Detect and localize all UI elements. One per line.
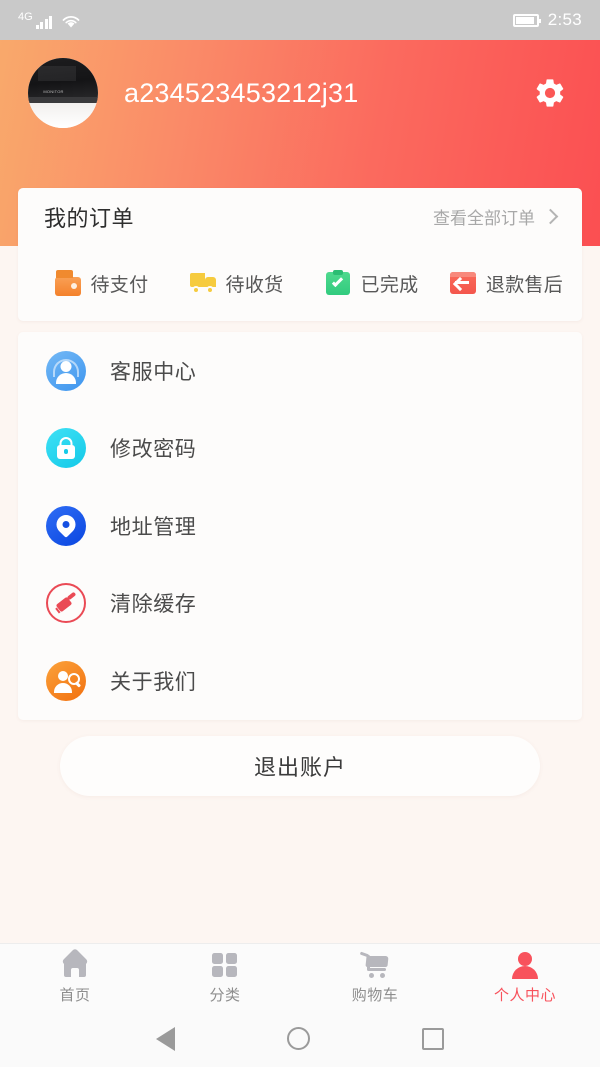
chevron-right-icon <box>543 208 559 224</box>
orders-status-tabs: 待支付 待收货 已完成 退款售后 <box>18 245 582 321</box>
lock-icon <box>46 428 86 468</box>
status-bar: 4G 2:53 <box>0 0 600 40</box>
orders-title: 我的订单 <box>44 201 134 233</box>
truck-icon <box>190 270 216 296</box>
logout-button[interactable]: 退出账户 <box>60 736 540 796</box>
status-bar-right: 2:53 <box>513 10 582 30</box>
recents-square-icon[interactable] <box>422 1028 444 1050</box>
gear-icon <box>533 76 567 110</box>
person-icon <box>510 951 540 979</box>
signal-bars-icon <box>36 14 53 29</box>
network-type-label: 4G <box>18 12 33 22</box>
order-status-completed[interactable]: 已完成 <box>304 270 439 297</box>
menu-item-label: 修改密码 <box>110 433 196 463</box>
avatar[interactable]: MONITOR <box>28 58 98 128</box>
orders-header: 我的订单 查看全部订单 <box>18 188 582 245</box>
tab-label: 购物车 <box>352 984 399 1005</box>
bottom-tab-bar: 首页 分类 购物车 个人中心 <box>0 943 600 1011</box>
menu-item-clear-cache[interactable]: 清除缓存 <box>18 565 582 643</box>
back-triangle-icon[interactable] <box>156 1027 175 1051</box>
view-all-orders-link[interactable]: 查看全部订单 <box>433 204 556 229</box>
status-bar-clock: 2:53 <box>548 10 582 30</box>
tab-label: 首页 <box>59 984 90 1005</box>
tab-home[interactable]: 首页 <box>0 944 150 1011</box>
tab-label: 分类 <box>209 984 240 1005</box>
avatar-photo-top <box>28 58 98 101</box>
order-status-refund-aftersales[interactable]: 退款售后 <box>439 270 574 297</box>
order-status-label: 待支付 <box>91 270 149 297</box>
menu-item-customer-service[interactable]: 客服中心 <box>18 332 582 410</box>
order-status-pending-receipt[interactable]: 待收货 <box>169 270 304 297</box>
location-pin-icon <box>46 506 86 546</box>
tab-cart[interactable]: 购物车 <box>300 944 450 1011</box>
menu-item-label: 地址管理 <box>110 511 196 541</box>
status-bar-left: 4G <box>18 12 81 29</box>
about-person-search-icon <box>46 661 86 701</box>
battery-icon <box>513 14 539 27</box>
grid-icon <box>210 951 240 979</box>
android-navigation-bar <box>0 1010 600 1067</box>
view-all-orders-label: 查看全部订单 <box>433 204 535 229</box>
customer-service-icon <box>46 351 86 391</box>
settings-button[interactable] <box>528 71 572 115</box>
return-arrow-icon <box>450 270 476 296</box>
avatar-photo-caption: MONITOR <box>43 89 63 94</box>
tab-label: 个人中心 <box>494 984 556 1005</box>
home-circle-icon[interactable] <box>287 1027 310 1050</box>
username-label: a234523453212j31 <box>124 78 358 109</box>
menu-item-label: 清除缓存 <box>110 588 196 618</box>
menu-card: 客服中心 修改密码 地址管理 清除缓存 关于我们 <box>18 332 582 720</box>
wifi-icon <box>61 14 81 29</box>
menu-item-about-us[interactable]: 关于我们 <box>18 642 582 720</box>
menu-item-label: 关于我们 <box>110 666 196 696</box>
clipboard-check-icon <box>325 270 351 296</box>
menu-item-label: 客服中心 <box>110 356 196 386</box>
home-icon <box>60 951 90 979</box>
profile-row: MONITOR a234523453212j31 <box>0 58 600 128</box>
wallet-icon <box>55 270 81 296</box>
menu-item-address-management[interactable]: 地址管理 <box>18 487 582 565</box>
broom-clean-icon <box>46 583 86 623</box>
orders-card: 我的订单 查看全部订单 待支付 待收货 已完成 <box>18 188 582 321</box>
order-status-label: 待收货 <box>226 270 284 297</box>
tab-profile[interactable]: 个人中心 <box>450 944 600 1011</box>
tab-category[interactable]: 分类 <box>150 944 300 1011</box>
order-status-pending-payment[interactable]: 待支付 <box>34 270 169 297</box>
avatar-photo-bottom <box>28 103 98 128</box>
order-status-label: 已完成 <box>361 270 419 297</box>
cart-icon <box>360 951 390 979</box>
menu-item-change-password[interactable]: 修改密码 <box>18 410 582 488</box>
order-status-label: 退款售后 <box>486 270 563 297</box>
